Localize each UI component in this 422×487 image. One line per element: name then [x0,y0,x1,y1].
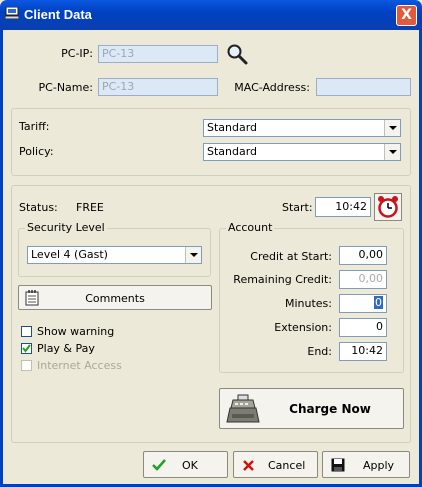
remaining-credit-label: Remaining Credit: [233,273,332,286]
end-label: End: [307,345,332,358]
internet-access-label: Internet Access [37,359,122,372]
start-label: Start: [282,201,313,214]
pc-name-label: PC-Name: [38,81,93,94]
end-time-field[interactable]: 10:42 [339,342,387,361]
tariff-value: Standard [207,121,258,134]
policy-select[interactable]: Standard [203,143,401,161]
security-level-select[interactable]: Level 4 (Gast) [27,246,202,264]
status-value: FREE [76,201,104,214]
security-level-legend: Security Level [25,221,107,234]
close-button[interactable]: X [396,5,417,26]
alarm-clock-icon[interactable] [374,193,402,221]
computer-icon [5,7,19,19]
extension-field[interactable]: 0 [339,318,387,337]
chevron-down-icon[interactable] [384,120,400,136]
comments-button[interactable]: Comments [18,285,212,310]
remaining-credit-field[interactable]: 0,00 [339,270,387,289]
minutes-field[interactable]: 0 [339,294,387,313]
show-warning-label: Show warning [37,325,115,338]
window-title: Client Data [24,7,92,22]
credit-start-label: Credit at Start: [250,250,332,263]
cancel-button[interactable]: Cancel [233,451,318,478]
charge-now-label: Charge Now [289,402,371,416]
chevron-down-icon[interactable] [185,247,201,263]
show-warning-checkbox[interactable] [21,326,32,337]
search-icon[interactable] [226,43,248,65]
tariff-select[interactable]: Standard [203,119,401,137]
cash-register-icon [226,394,260,423]
checkmark-icon [22,344,31,353]
play-pay-checkbox[interactable] [21,343,32,354]
pc-ip-field[interactable]: PC-13 [98,45,218,63]
security-level-value: Level 4 (Gast) [31,248,108,261]
status-label: Status: [19,201,58,214]
checkmark-icon [152,459,166,471]
ok-button[interactable]: OK [143,451,228,478]
cancel-label: Cancel [268,459,306,472]
ok-label: OK [182,459,198,472]
minutes-value: 0 [374,296,383,309]
play-pay-label: Play & Pay [37,342,95,355]
apply-label: Apply [363,459,395,472]
charge-now-button[interactable]: Charge Now [219,388,404,429]
extension-label: Extension: [274,321,332,334]
tariff-label: Tariff: [19,120,50,133]
mac-address-label: MAC-Address: [234,81,310,94]
pc-ip-label: PC-IP: [61,47,93,60]
account-legend: Account [226,221,275,234]
policy-value: Standard [207,145,258,158]
minutes-label: Minutes: [284,297,332,310]
apply-button[interactable]: Apply [322,451,410,478]
close-icon [243,460,254,471]
mac-address-field[interactable] [316,78,411,96]
credit-start-field[interactable]: 0,00 [339,246,387,265]
comments-label: Comments [85,292,145,305]
start-time-field[interactable]: 10:42 [315,197,371,217]
policy-label: Policy: [19,145,54,158]
pc-name-field[interactable]: PC-13 [98,78,218,96]
chevron-down-icon[interactable] [384,144,400,160]
internet-access-checkbox[interactable] [21,360,32,371]
save-icon [331,458,345,472]
